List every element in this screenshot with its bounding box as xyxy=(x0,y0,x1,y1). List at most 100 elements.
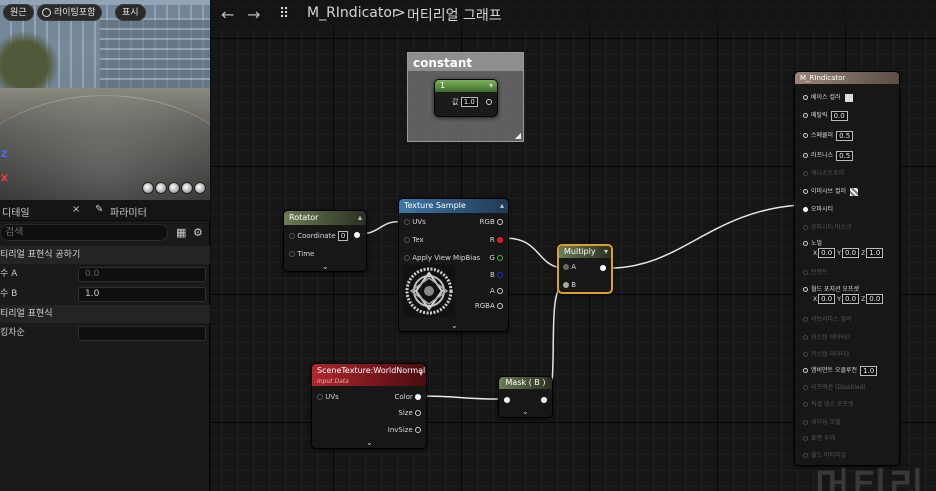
section-shared-header[interactable]: 티리얼 표현식 공하기 xyxy=(0,246,210,264)
constant-output-pin[interactable] xyxy=(486,99,493,105)
scene-color-pin[interactable]: Color xyxy=(394,393,421,401)
expand-chevron-icon[interactable]: ⌄ xyxy=(366,438,373,447)
vector-z-field[interactable]: 0.0 xyxy=(866,294,884,304)
vector-x-field[interactable]: 0.0 xyxy=(818,294,836,304)
section-expression-header[interactable]: 티리얼 표현식 xyxy=(0,305,210,323)
cylinder-icon[interactable] xyxy=(142,182,154,194)
constant-comment-box[interactable]: constant 1 ▾ 값 1.0 ◢ xyxy=(407,52,524,142)
details-search-input[interactable]: 검색 xyxy=(0,224,168,241)
result-pin-row[interactable]: 앰비언트 오클루전 1.0 xyxy=(803,365,878,376)
result-pin-row[interactable]: 월드 포지션 오프셋 xyxy=(803,284,859,293)
chevron-down-icon[interactable]: ▾ xyxy=(419,368,423,379)
multiply-b-pin[interactable]: B xyxy=(563,281,576,289)
multiply-a-pin[interactable]: A xyxy=(563,263,576,271)
chevron-down-icon[interactable]: ▾ xyxy=(489,80,493,92)
result-pin-row[interactable]: 스페큘러 0.5 xyxy=(803,130,854,141)
mask-output-pin[interactable] xyxy=(541,397,547,403)
texture-rgb-pin[interactable]: RGB xyxy=(480,218,503,226)
result-pin-row[interactable]: 리프랙션 (Disabled) xyxy=(803,382,866,391)
scene-uvs-pin[interactable]: UVs xyxy=(317,393,339,401)
mask-node[interactable]: Mask ( B ) ⌄ xyxy=(498,376,553,418)
texture-b-pin[interactable]: B xyxy=(490,271,503,279)
mask-input-pin[interactable] xyxy=(504,397,510,403)
result-pin-row[interactable]: 노멀 xyxy=(803,238,822,247)
texture-rgba-pin[interactable]: RGBA xyxy=(475,302,503,310)
expand-chevron-icon[interactable]: ⌄ xyxy=(522,407,529,416)
rotator-output-pin[interactable] xyxy=(354,232,360,238)
scene-invsize-pin[interactable]: InvSize xyxy=(388,426,421,434)
preview-viewport[interactable]: 원근 라이팅포함 표시 Z X xyxy=(0,0,210,200)
expand-chevron-icon[interactable]: ⌄ xyxy=(322,262,329,271)
sphere-icon[interactable] xyxy=(155,182,167,194)
texture-g-pin[interactable]: G xyxy=(489,254,503,262)
result-pin-row[interactable]: 이미시브 컬러 xyxy=(803,186,859,196)
multiply-output-pin[interactable] xyxy=(600,265,606,271)
resize-handle-icon[interactable]: ◢ xyxy=(515,131,521,140)
const-a-field[interactable]: 0.0 xyxy=(78,267,206,282)
result-pin-row[interactable]: 커스텀 데이터1 xyxy=(803,349,850,358)
chevron-up-icon[interactable]: ▴ xyxy=(500,199,504,213)
result-value-field[interactable]: 0.5 xyxy=(836,130,854,141)
constant-value-field[interactable]: 1.0 xyxy=(460,97,478,107)
plane-icon[interactable] xyxy=(168,182,180,194)
multiply-title: Multiply xyxy=(564,247,596,256)
desc-field[interactable] xyxy=(78,326,206,341)
result-pin-row[interactable]: 메탈릭 0.0 xyxy=(803,110,848,121)
expand-chevron-icon[interactable]: ⌄ xyxy=(451,321,458,330)
vector-y-field[interactable]: 0.0 xyxy=(841,248,860,258)
chevron-up-icon[interactable]: ▴ xyxy=(358,211,362,225)
vector-z-field[interactable]: 1.0 xyxy=(866,248,884,258)
lighting-button[interactable]: 라이팅포함 xyxy=(37,4,103,21)
rotator-node[interactable]: Rotator ▴ Coordinate 0 Time ⌄ xyxy=(283,210,367,272)
result-pin-row[interactable]: 픽셀 뎁스 오프셋 xyxy=(803,399,853,408)
vector-y-field[interactable]: 0.0 xyxy=(841,294,860,304)
vector-x-field[interactable]: 0.0 xyxy=(818,248,836,258)
texture-sample-node[interactable]: Texture Sample ▴ UVs Tex Apply View MipB… xyxy=(398,198,509,332)
breadcrumb-view[interactable]: 머티리얼 그래프 xyxy=(407,5,502,25)
result-value-field[interactable]: 0.5 xyxy=(836,150,854,161)
gear-icon[interactable]: ⚙ xyxy=(193,226,203,239)
perspective-button[interactable]: 원근 xyxy=(3,4,34,21)
result-pin-row[interactable]: 오파시티 마스크 xyxy=(803,222,852,231)
rotator-coordinate-pin[interactable]: Coordinate 0 xyxy=(289,231,349,241)
result-value-field[interactable]: 0.0 xyxy=(830,110,848,121)
result-pin-row[interactable]: 표면 두께 xyxy=(803,433,835,442)
show-button[interactable]: 표시 xyxy=(115,4,146,21)
rotator-coordinate-field[interactable]: 0 xyxy=(337,231,349,241)
result-pin-row[interactable]: 커스텀 데이터0 xyxy=(803,332,850,341)
tab-details[interactable]: 디테일 xyxy=(2,204,30,219)
result-pin-row[interactable]: 셰이딩 모델 xyxy=(803,417,841,426)
texture-mipbias-pin[interactable]: Apply View MipBias xyxy=(404,254,480,262)
grid-view-icon[interactable]: ▦ xyxy=(176,226,186,239)
cube-icon[interactable] xyxy=(181,182,193,194)
mesh-icon[interactable] xyxy=(194,182,206,194)
result-pin-row[interactable]: 베이스 컬러 xyxy=(803,92,853,102)
back-arrow-icon[interactable]: ← xyxy=(221,5,234,24)
texture-uvs-pin[interactable]: UVs xyxy=(404,218,426,226)
const-b-field[interactable]: 1.0 xyxy=(78,287,206,302)
forward-arrow-icon[interactable]: → xyxy=(247,5,260,24)
close-icon[interactable]: × xyxy=(72,204,80,215)
result-pin-row[interactable]: 러프니스 0.5 xyxy=(803,150,854,161)
color-swatch-icon[interactable] xyxy=(844,93,853,102)
breadcrumb-asset[interactable]: M_RIndicator xyxy=(307,5,398,21)
constant-node[interactable]: 1 ▾ 값 1.0 xyxy=(434,79,498,117)
material-graph-canvas[interactable]: ← → ⠿ M_RIndicator > 머티리얼 그래프 constant 1… xyxy=(211,0,936,491)
texture-r-pin[interactable]: R xyxy=(490,236,503,244)
multiply-node[interactable]: Multiply ▾ A B xyxy=(557,244,613,294)
tab-parameters[interactable]: 파라미터 xyxy=(110,204,147,219)
result-pin-row[interactable]: 서브서피스 컬러 xyxy=(803,314,852,323)
result-pin-row[interactable]: 오파시티 xyxy=(803,204,833,213)
scene-texture-node[interactable]: SceneTexture:WorldNormal Input Data ▾ UV… xyxy=(311,363,427,449)
texture-tex-pin[interactable]: Tex xyxy=(404,236,424,244)
rotator-coordinate-label: Coordinate xyxy=(297,232,336,240)
material-result-node[interactable]: M_RIndicator 베이스 컬러 메탈릭 0.0 스페큘러 0.5 러프니스 0.5 애… xyxy=(794,71,900,466)
result-pin-row[interactable]: 애니소트로피 xyxy=(803,168,844,177)
texture-a-pin[interactable]: A xyxy=(490,287,503,295)
result-value-field[interactable]: 1.0 xyxy=(860,365,878,376)
scene-size-pin[interactable]: Size xyxy=(398,409,421,417)
chevron-down-icon[interactable]: ▾ xyxy=(604,246,608,258)
result-pin-row[interactable]: 탄젠트 xyxy=(803,267,828,276)
color-swatch-icon[interactable] xyxy=(850,187,859,196)
rotator-time-pin[interactable]: Time xyxy=(289,250,314,258)
